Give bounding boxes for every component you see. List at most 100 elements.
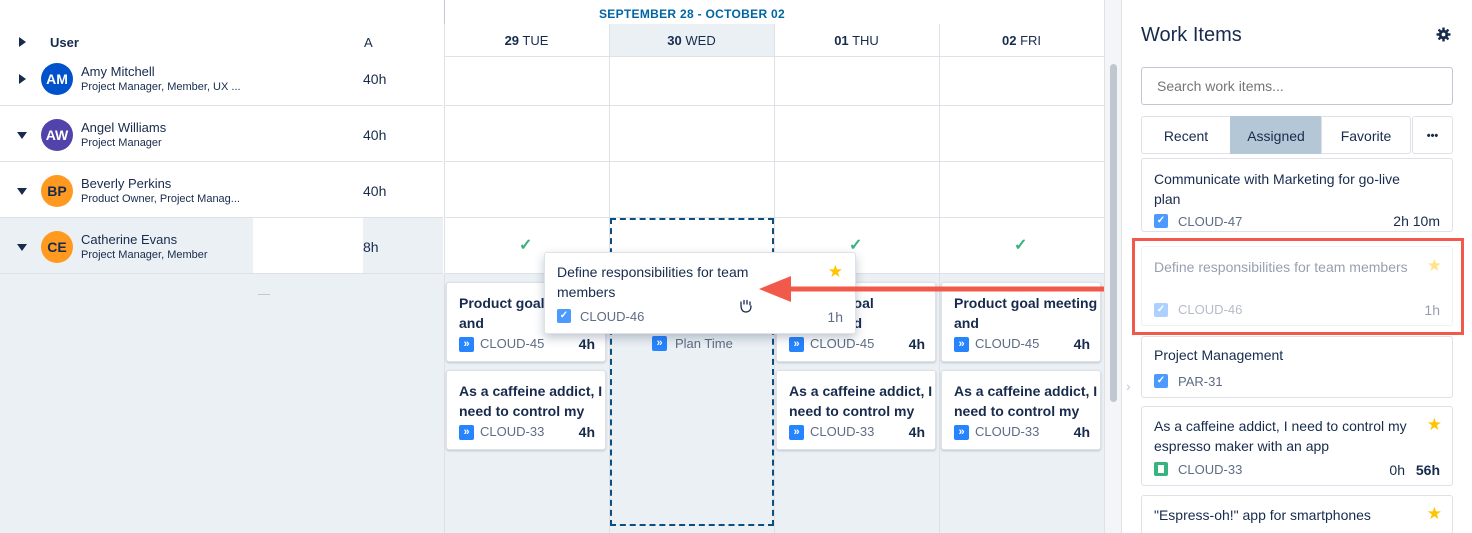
card-title: As a caffeine addict, I need to control …	[789, 383, 933, 419]
story-icon: »	[789, 337, 804, 352]
work-item-card[interactable]: As a caffeine addict, I need to control …	[941, 370, 1101, 450]
user-role: Project Manager, Member	[81, 249, 208, 261]
work-item-card[interactable]: As a caffeine addict, I need to control …	[776, 370, 936, 450]
search-input[interactable]	[1141, 67, 1453, 105]
user-row[interactable]: AM Amy Mitchell Project Manager, Member,…	[0, 50, 443, 106]
user-row[interactable]: BP Beverly Perkins Product Owner, Projec…	[0, 162, 443, 218]
work-item-title: Define responsibilities for team members	[1154, 259, 1408, 275]
day-header: 30 WED	[667, 33, 716, 48]
caret-down-icon[interactable]	[17, 244, 27, 251]
panel-title: Work Items	[1141, 24, 1242, 46]
work-item-title: Communicate with Marketing for go-live p…	[1154, 171, 1400, 207]
check-icon: ✓	[519, 237, 533, 254]
table-header: User A	[0, 0, 443, 56]
story-icon: »	[954, 337, 969, 352]
work-item[interactable]: As a caffeine addict, I need to control …	[1141, 406, 1453, 486]
expanded-row-area	[0, 274, 444, 533]
card-hours: 4h	[1073, 336, 1090, 352]
card-hours: 4h	[1073, 424, 1090, 440]
work-item-dragging-source[interactable]: Define responsibilities for team members…	[1141, 246, 1453, 326]
work-item-hours: 56h	[1415, 462, 1440, 478]
grab-cursor-icon	[740, 299, 752, 313]
story-type-icon	[1154, 462, 1168, 476]
work-item-key: CLOUD-47	[1178, 214, 1243, 229]
avatar: BP	[41, 175, 73, 207]
star-icon[interactable]: ★	[1427, 504, 1442, 524]
user-name: Angel Williams	[81, 120, 167, 135]
story-icon: »	[954, 425, 969, 440]
caret-down-icon[interactable]	[17, 132, 27, 139]
task-checkbox-icon: ✓	[1154, 374, 1168, 388]
card-key: CLOUD-45	[975, 336, 1040, 351]
resource-planner: User A AM Amy Mitchell Project Manager, …	[0, 0, 1472, 533]
drag-arrow-icon	[759, 276, 1130, 302]
tab-favorite[interactable]: Favorite	[1321, 116, 1411, 154]
card-key: CLOUD-33	[975, 424, 1040, 439]
task-checkbox-icon: ✓	[1154, 303, 1168, 317]
dragged-key: CLOUD-46	[580, 309, 645, 324]
tab-recent[interactable]: Recent	[1141, 116, 1231, 154]
card-key: CLOUD-33	[810, 424, 875, 439]
story-icon: »	[789, 425, 804, 440]
story-icon: »	[459, 425, 474, 440]
caret-right-icon[interactable]	[19, 74, 26, 84]
user-column-header[interactable]: User	[50, 35, 79, 50]
card-hours: 4h	[908, 336, 925, 352]
work-item-logged: 0h	[1389, 462, 1405, 478]
work-item-title: Project Management	[1154, 347, 1284, 363]
user-row[interactable]: AW Angel Williams Project Manager 40h	[0, 106, 443, 162]
availability-column-header[interactable]: A	[364, 35, 373, 50]
work-item-key: PAR-31	[1178, 374, 1223, 389]
check-icon: ✓	[1014, 237, 1028, 254]
card-key: CLOUD-33	[480, 424, 545, 439]
card-hours: 4h	[578, 424, 595, 440]
story-icon: »	[459, 337, 474, 352]
user-hours: 40h	[363, 183, 387, 199]
work-item-hours: 2h 10m	[1393, 213, 1440, 229]
avatar: CE	[41, 231, 73, 263]
card-hours: 4h	[908, 424, 925, 440]
card-key: CLOUD-45	[810, 336, 875, 351]
work-item[interactable]: Communicate with Marketing for go-live p…	[1141, 158, 1453, 232]
scrollbar-thumb[interactable]	[1110, 64, 1117, 402]
gear-icon[interactable]	[1436, 27, 1451, 42]
expand-all-icon[interactable]	[19, 37, 26, 47]
work-item-hours: 1h	[1424, 302, 1440, 318]
work-item[interactable]: "Espress-oh!" app for smartphones ★	[1141, 495, 1453, 533]
caret-down-icon[interactable]	[17, 188, 27, 195]
day-header: 29 TUE	[504, 33, 549, 48]
work-item[interactable]: Project Management ✓ PAR-31	[1141, 336, 1453, 398]
user-hours: 8h	[363, 239, 379, 255]
user-hours: 40h	[363, 71, 387, 87]
avatar: AW	[41, 119, 73, 151]
task-checkbox-icon: ✓	[557, 309, 571, 323]
day-header: 02 FRI	[1001, 33, 1042, 48]
card-hours: 4h	[578, 336, 595, 352]
task-checkbox-icon: ✓	[1154, 214, 1168, 228]
story-icon: »	[652, 336, 667, 351]
avatar: AM	[41, 63, 73, 95]
work-item-key: CLOUD-46	[1178, 302, 1243, 317]
user-name: Catherine Evans	[81, 232, 178, 247]
scrollbar-track[interactable]	[1104, 0, 1121, 533]
star-icon[interactable]: ★	[1427, 415, 1442, 435]
card-title: As a caffeine addict, I need to control …	[459, 383, 603, 419]
work-item-key: CLOUD-33	[1178, 462, 1243, 477]
user-hours: 40h	[363, 127, 387, 143]
work-item-card[interactable]: As a caffeine addict, I need to control …	[446, 370, 606, 450]
plan-time-label[interactable]: Plan Time	[675, 336, 733, 351]
star-icon[interactable]: ★	[1427, 256, 1442, 276]
user-role: Project Manager	[81, 137, 162, 149]
tab-assigned[interactable]: Assigned	[1230, 116, 1322, 154]
user-role: Product Owner, Project Manag...	[81, 193, 240, 205]
collapse-panel-icon[interactable]: ›	[1126, 378, 1131, 394]
week-range: SEPTEMBER 28 - OCTOBER 02	[599, 7, 785, 21]
user-role: Project Manager, Member, UX ...	[81, 81, 241, 93]
user-name: Beverly Perkins	[81, 176, 172, 191]
day-header: 01 THU	[834, 33, 879, 48]
work-item-title: As a caffeine addict, I need to control …	[1154, 418, 1407, 454]
more-tabs-button[interactable]: •••	[1412, 116, 1453, 154]
user-row-selected[interactable]: CE Catherine Evans Project Manager, Memb…	[0, 218, 443, 274]
resize-handle[interactable]	[258, 294, 270, 295]
card-title: As a caffeine addict, I need to control …	[954, 383, 1098, 419]
